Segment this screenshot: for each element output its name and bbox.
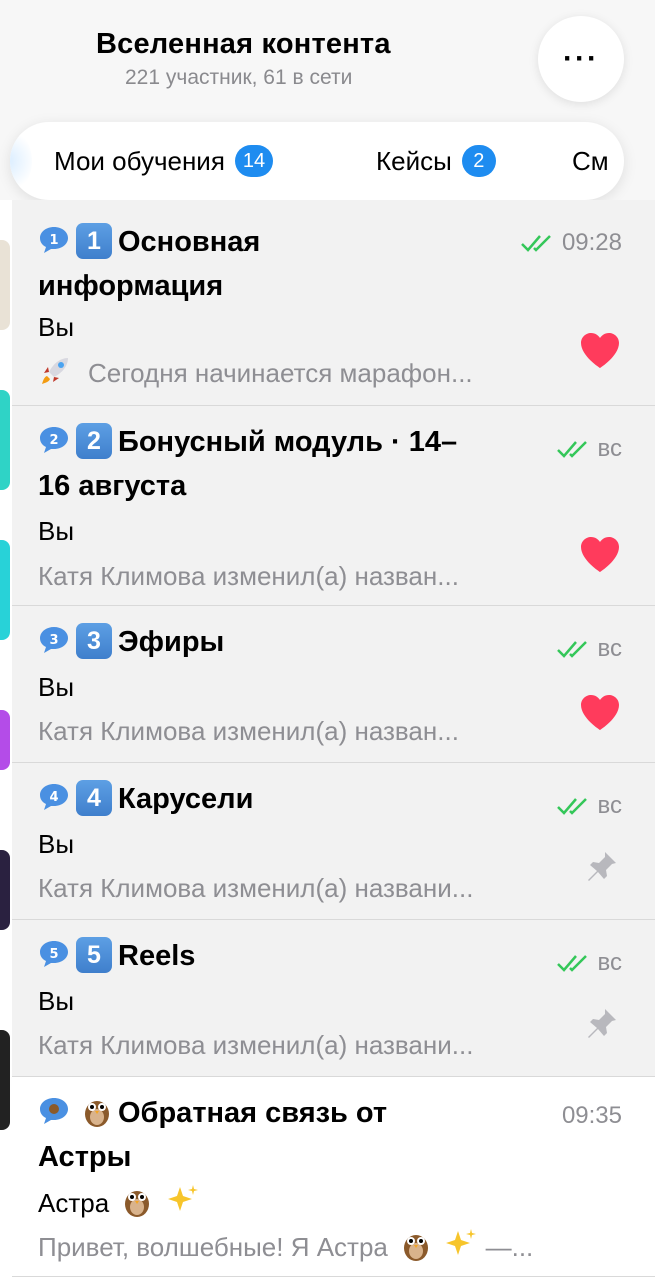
topic-title: 3 3 Эфиры (38, 620, 224, 664)
tab-scroll-indicator (10, 128, 32, 194)
double-check-icon (556, 798, 587, 815)
tab-label: Мои обучения (54, 145, 225, 176)
edge-avatar (0, 540, 10, 640)
topic-bubble-icon: 3 (40, 627, 68, 653)
topic-title: 4 4 Карусели (38, 777, 253, 821)
double-check-icon (556, 641, 587, 658)
tab-cases[interactable]: Кейсы 2 (376, 122, 496, 200)
sender-name: Вы (38, 516, 75, 546)
topic-title: 1 1 Основная информация (38, 220, 260, 308)
svg-text:4: 4 (49, 790, 58, 805)
background-list-edge (0, 200, 12, 1280)
sender-name: Астра (38, 1183, 200, 1220)
topic-title: 5 5 Reels (38, 934, 195, 978)
timestamp: 09:35 (561, 1102, 622, 1129)
owl-icon (85, 1101, 109, 1127)
list-item[interactable]: 3 3 Эфиры вс Вы Катя Климова изменил(а) на… (12, 606, 655, 763)
timestamp: вс (556, 432, 622, 466)
sparkles-icon (167, 1185, 198, 1211)
topic-bubble-icon: 5 (40, 941, 68, 967)
topic-bubble-icon: 2 (40, 427, 68, 453)
topic-bubble-icon (40, 1098, 68, 1124)
sender-name: Вы (38, 829, 75, 859)
heart-icon (581, 537, 619, 572)
message-preview: Катя Климова изменил(а) назван... (38, 561, 459, 591)
topic-bubble-icon: 4 (40, 784, 68, 810)
topic-tabs: Мои обучения 14 Кейсы 2 См (10, 122, 624, 200)
owl-icon (404, 1235, 429, 1261)
svg-text:3: 3 (49, 633, 58, 648)
double-check-icon (556, 441, 587, 458)
edge-avatar (0, 390, 10, 490)
keycap-icon: 2 (76, 423, 112, 459)
tab-my-courses[interactable]: Мои обучения 14 (54, 122, 274, 200)
message-preview: Привет, волшебные! Я Астра —... (38, 1227, 533, 1264)
more-button[interactable]: ··· (538, 16, 624, 102)
heart-icon (581, 695, 619, 730)
heart-icon (581, 333, 619, 368)
keycap-icon: 1 (76, 223, 112, 259)
unread-badge: 14 (234, 145, 274, 177)
sender-name: Вы (38, 986, 75, 1016)
edge-avatar (0, 1030, 10, 1130)
list-item[interactable]: 4 4 Карусели вс Вы Катя Климова изменил(а)… (12, 763, 655, 920)
svg-text:1: 1 (49, 233, 58, 248)
tab-partial[interactable]: См (572, 122, 609, 200)
ellipsis-icon: ··· (563, 42, 599, 75)
tab-label: См (572, 145, 609, 176)
owl-icon (125, 1191, 150, 1217)
tab-label: Кейсы (376, 145, 452, 176)
list-item[interactable]: 1 1 Основная информация 09:28 Вы Сегодня н… (12, 200, 655, 406)
list-item[interactable]: 2 2 Бонусный модуль · 14– 16 августа вс Вы… (12, 406, 655, 606)
topic-bubble-icon: 1 (40, 227, 68, 253)
pin-icon (588, 852, 616, 881)
edge-avatar (0, 710, 10, 770)
message-preview: Катя Климова изменил(а) названи... (38, 1030, 474, 1060)
sender-name: Вы (38, 312, 75, 342)
unread-badge: 2 (461, 145, 496, 177)
sparkles-icon (446, 1229, 477, 1255)
keycap-icon: 3 (76, 623, 112, 659)
group-title[interactable]: Вселенная контента (96, 28, 391, 61)
group-subtitle: 221 участник, 61 в сети (125, 66, 353, 89)
timestamp: вс (556, 632, 622, 666)
double-check-icon (521, 235, 551, 252)
edge-avatar (0, 240, 10, 330)
topic-title: Обратная связь от Астры (38, 1091, 387, 1179)
pin-icon (588, 1009, 616, 1038)
rocket-icon (42, 358, 68, 384)
timestamp: вс (556, 789, 622, 823)
timestamp: 09:28 (520, 226, 622, 260)
message-preview: Катя Климова изменил(а) названи... (38, 873, 474, 903)
keycap-icon: 5 (76, 937, 112, 973)
timestamp: вс (556, 946, 622, 980)
keycap-icon: 4 (76, 780, 112, 816)
list-item[interactable]: 5 5 Reels вс Вы Катя Климова изменил(а) на… (12, 920, 655, 1077)
chat-header: Вселенная контента 221 участник, 61 в се… (0, 0, 655, 200)
double-check-icon (556, 955, 587, 972)
list-item[interactable]: Обратная связь от Астры 09:35 Астра Прив… (12, 1077, 655, 1277)
message-preview: Сегодня начинается марафон... (38, 354, 473, 390)
svg-text:2: 2 (49, 433, 58, 448)
svg-text:5: 5 (49, 947, 58, 962)
sender-name: Вы (38, 672, 75, 702)
topic-list: 1 1 Основная информация 09:28 Вы Сегодня н… (12, 200, 655, 1277)
topic-title: 2 2 Бонусный модуль · 14– 16 августа (38, 420, 457, 508)
message-preview: Катя Климова изменил(а) назван... (38, 716, 459, 746)
edge-avatar (0, 850, 10, 930)
